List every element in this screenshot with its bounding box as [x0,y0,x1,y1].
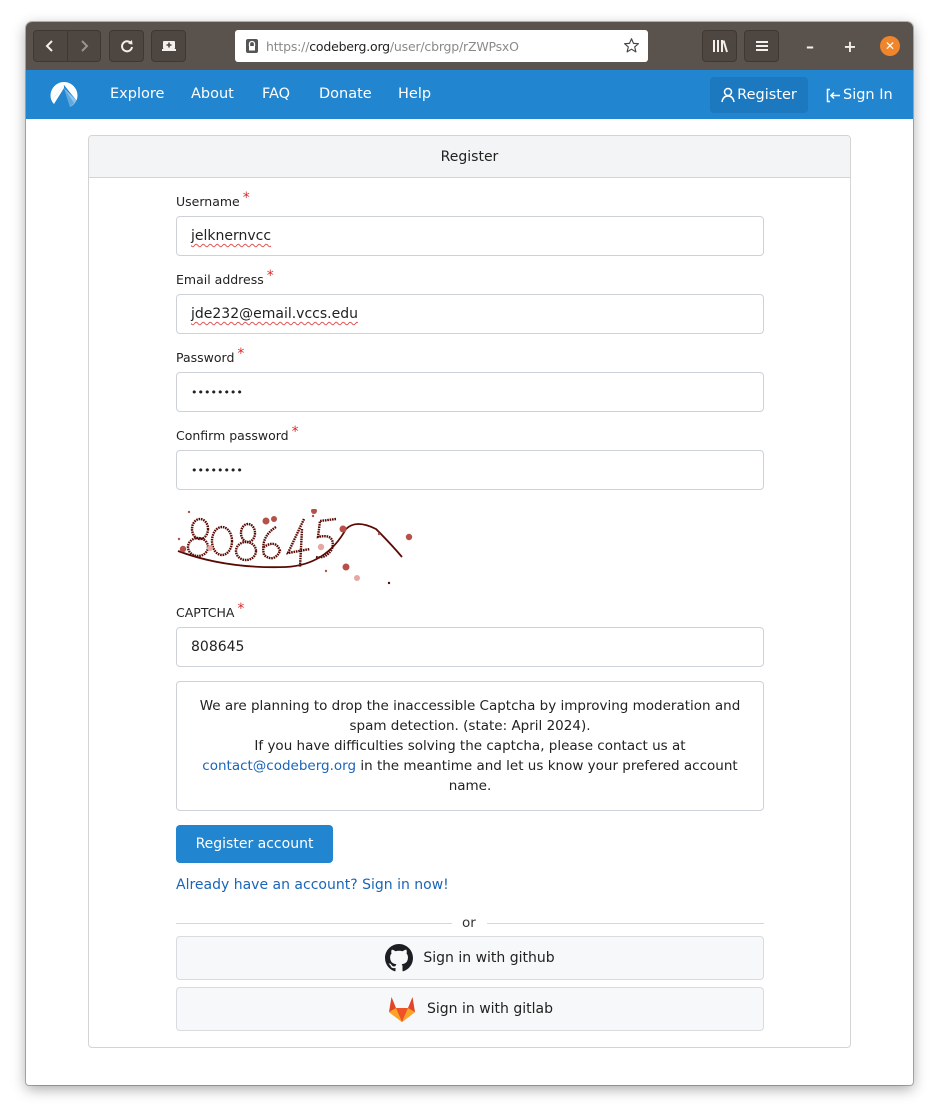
username-label: Username * [176,190,250,209]
github-signin-button[interactable]: Sign in with github [176,936,764,980]
github-icon [385,944,414,972]
back-button[interactable] [34,31,67,61]
divider-text: or [462,915,476,931]
nav-donate[interactable]: Donate [319,70,372,119]
url-scheme: https:// [266,38,310,54]
nav-signin-button[interactable]: Sign In [826,77,893,113]
register-card: Register Username * jelknernvcc Email add… [88,135,851,1048]
lock-icon [246,39,258,53]
star-icon[interactable] [623,37,640,54]
url-bar[interactable]: https://codeberg.org/user/cbrgp/rZWPsxO [235,30,648,62]
gitlab-icon [389,997,415,1022]
close-icon[interactable]: ✕ [880,36,900,56]
library-icon [712,40,728,53]
site-navbar: Explore About FAQ Donate Help Register S… [26,70,913,119]
sign-in-icon [826,88,840,102]
chevron-right-icon [81,40,89,52]
email-label: Email address * [176,268,274,287]
menu-button[interactable] [744,30,779,62]
container-button[interactable] [151,30,186,62]
nav-faq[interactable]: FAQ [262,70,290,119]
notice-text-1: We are planning to drop the inaccessible… [199,698,741,734]
captcha-field[interactable]: 808645 [176,627,764,667]
email-field[interactable]: jde232@email.vccs.edu [176,294,764,334]
reload-button[interactable] [109,30,144,62]
github-signin-label: Sign in with github [423,950,555,966]
browser-window: https://codeberg.org/user/cbrgp/rZWPsxO … [26,22,913,1085]
required-marker: * [242,190,250,206]
confirm-password-label: Confirm password * [176,424,299,443]
required-marker: * [237,601,245,617]
required-marker: * [291,424,299,440]
required-marker: * [237,346,245,362]
nav-register-button[interactable]: Register [710,77,808,113]
captcha-notice: We are planning to drop the inaccessible… [176,681,764,811]
contact-email-link[interactable]: contact@codeberg.org [202,758,356,774]
or-divider: or [176,915,764,931]
reload-icon [120,40,133,53]
register-account-button[interactable]: Register account [176,825,333,863]
container-icon [161,41,176,51]
gitlab-signin-label: Sign in with gitlab [427,1001,553,1017]
required-marker: * [266,268,274,284]
card-title: Register [89,136,850,178]
forward-button[interactable] [66,31,100,61]
password-label: Password * [176,346,245,365]
divider-line [176,923,452,924]
captcha-label: CAPTCHA * [176,601,245,620]
user-icon [721,87,735,103]
notice-text-2: If you have difficulties solving the cap… [254,738,686,754]
nav-register-label: Register [737,87,797,103]
minimize-icon[interactable]: – [800,36,820,56]
hamburger-menu-icon [755,41,768,51]
password-field[interactable]: •••••••• [176,372,764,412]
chevron-left-icon [46,40,54,52]
signin-now-link[interactable]: Already have an account? Sign in now! [176,877,449,893]
library-button[interactable] [702,30,737,62]
nav-about[interactable]: About [191,70,234,119]
notice-text-3: in the meantime and let us know your pre… [360,758,738,794]
nav-button-group [33,30,101,62]
codeberg-logo[interactable] [48,79,80,111]
maximize-icon[interactable]: + [840,36,860,56]
confirm-password-field[interactable]: •••••••• [176,450,764,490]
browser-toolbar: https://codeberg.org/user/cbrgp/rZWPsxO … [26,22,913,70]
url-domain: codeberg.org [309,38,390,54]
divider-line [487,923,764,924]
username-field[interactable]: jelknernvcc [176,216,764,256]
nav-explore[interactable]: Explore [110,70,164,119]
gitlab-signin-button[interactable]: Sign in with gitlab [176,987,764,1031]
nav-signin-label: Sign In [843,87,893,103]
nav-help[interactable]: Help [398,70,431,119]
captcha-image [177,509,413,585]
url-path: /user/cbrgp/rZWPsxO [389,38,519,54]
